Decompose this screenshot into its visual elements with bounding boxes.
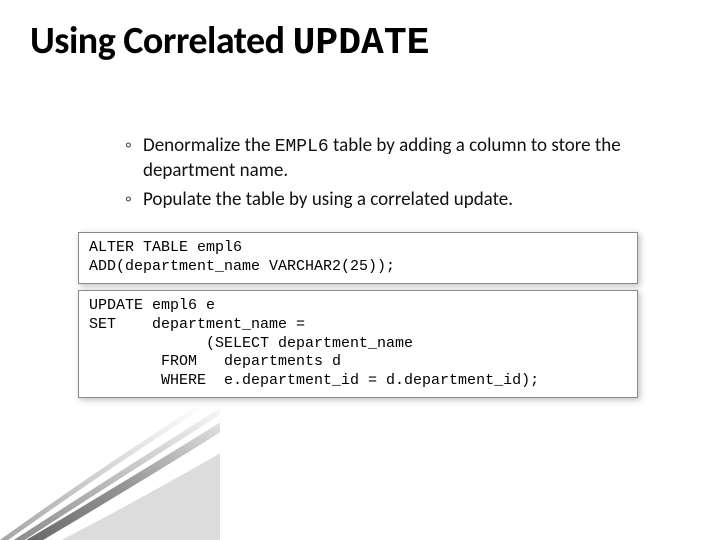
code-block-alter: ALTER TABLE empl6 ADD(department_name VA… [78,232,638,284]
title-prefix: Using Correlated [30,18,293,64]
slide-title: Using Correlated UPDATE [30,18,429,65]
slide: Using Correlated UPDATE Denormalize the … [0,0,720,540]
code-block-update: UPDATE empl6 e SET department_name = (SE… [78,290,638,398]
bullet-item: Populate the table by using a correlated… [125,188,685,213]
bullet-mono: EMPL6 [275,137,329,157]
bullet-list: Denormalize the EMPL6 table by adding a … [85,134,685,217]
corner-accent [0,400,220,540]
bullet-text-pre: Denormalize the [143,134,275,157]
bullet-item: Denormalize the EMPL6 table by adding a … [125,134,685,184]
title-mono: UPDATE [293,22,430,65]
bullet-text-pre: Populate the table by using a correlated… [143,188,513,211]
